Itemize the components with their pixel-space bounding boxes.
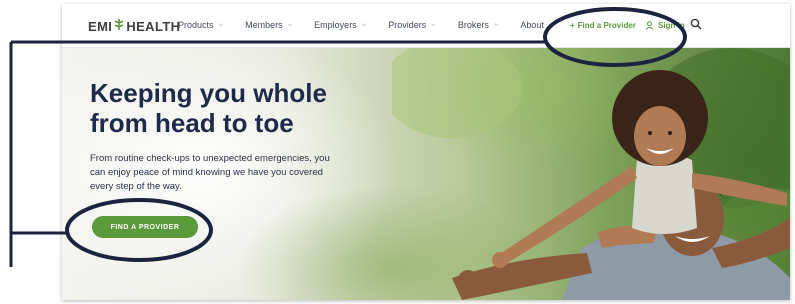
find-provider-label: Find a Provider <box>577 21 636 30</box>
nav-employers-label: Employers <box>314 20 357 30</box>
main-nav: Products ⌵ Members ⌵ Employers ⌵ Providers ⌵… <box>178 20 576 30</box>
headline-line-2: from head to toe <box>90 108 294 138</box>
chevron-down-icon: ⌵ <box>493 21 499 28</box>
sign-in-link[interactable]: Sign In <box>645 21 685 30</box>
chevron-down-icon: ⌵ <box>287 21 293 28</box>
logo-mark-icon <box>113 18 125 34</box>
chevron-down-icon: ⌵ <box>218 21 224 28</box>
nav-brokers-label: Brokers <box>457 20 489 30</box>
hero-section: Keeping you whole from head to toe From … <box>62 48 790 300</box>
plus-icon: + <box>570 21 575 30</box>
nav-about[interactable]: About ⌵ <box>520 20 553 30</box>
sign-in-label: Sign In <box>658 21 685 30</box>
nav-members-label: Members <box>245 20 283 30</box>
emi-health-logo[interactable]: EMI HEALTH <box>88 18 180 34</box>
chevron-down-icon: ⌵ <box>361 21 367 28</box>
hero-subtext: From routine check-ups to unexpected eme… <box>90 153 330 192</box>
nav-products[interactable]: Products ⌵ <box>178 20 223 30</box>
find-a-provider-button[interactable]: FIND A PROVIDER <box>92 216 198 238</box>
nav-providers-label: Providers <box>388 20 427 30</box>
nav-employers[interactable]: Employers ⌵ <box>314 20 366 30</box>
chevron-down-icon: ⌵ <box>548 21 554 28</box>
nav-about-label: About <box>520 20 544 30</box>
chevron-down-icon: ⌵ <box>431 21 436 28</box>
logo-text-left: EMI <box>88 18 113 34</box>
nav-products-label: Products <box>178 20 214 30</box>
nav-members[interactable]: Members ⌵ <box>245 20 292 30</box>
nav-providers[interactable]: Providers ⌵ <box>388 20 436 30</box>
browser-page: EMI HEALTH Products ⌵ Members ⌵ Employers ⌵… <box>62 4 790 300</box>
hero-photo-father-daughter <box>392 48 790 300</box>
hero-headline: Keeping you whole from head to toe <box>90 78 390 138</box>
site-header: EMI HEALTH Products ⌵ Members ⌵ Employers ⌵… <box>62 4 790 48</box>
user-icon <box>645 21 654 30</box>
logo-text-right: HEALTH <box>126 18 181 34</box>
find-provider-link[interactable]: + Find a Provider <box>570 21 636 30</box>
search-icon[interactable] <box>690 18 702 30</box>
headline-line-1: Keeping you whole <box>90 78 327 108</box>
nav-brokers[interactable]: Brokers ⌵ <box>458 20 499 30</box>
